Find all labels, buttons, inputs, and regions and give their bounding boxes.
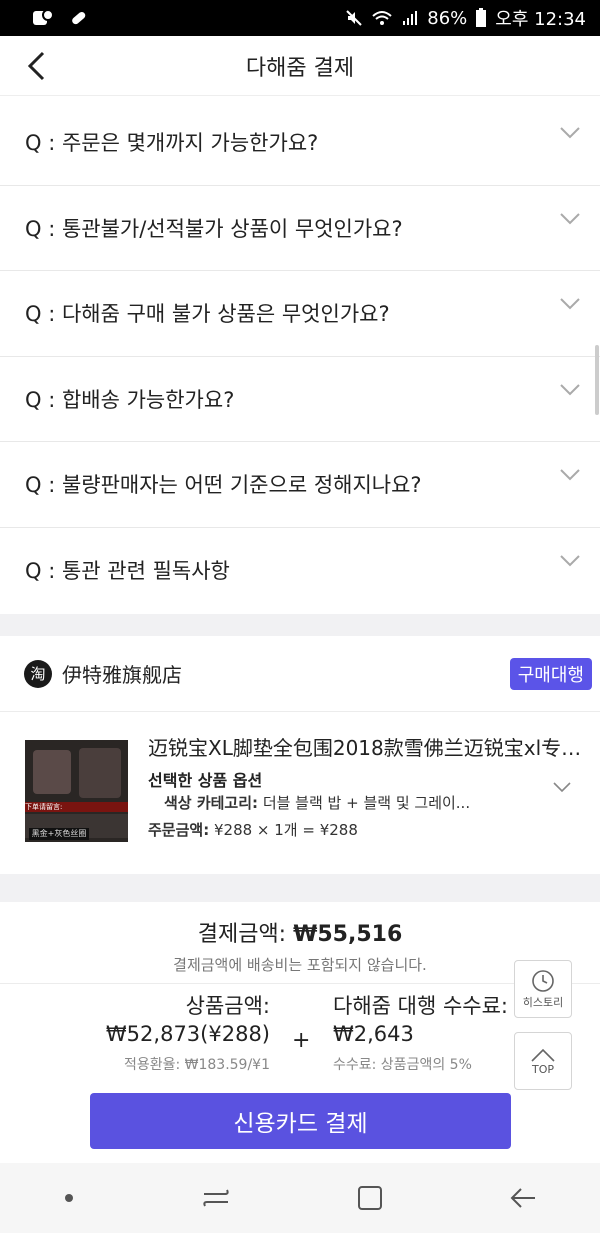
order-price-label: 주문금액: — [148, 821, 210, 839]
product-amount-block: 상품금액: ₩52,873(¥288) 적용환율: ₩183.59/¥1 — [106, 992, 270, 1074]
total-label: 결제금액: — [197, 922, 287, 947]
section-divider — [0, 614, 600, 636]
status-bar: 86% 오후 12:34 — [0, 0, 600, 36]
option-row: 색상 카테고리: 더블 블랙 밥 + 블랙 및 그레이... — [164, 792, 470, 813]
product-thumbnail[interactable]: 下单请留言: 黑金+灰色丝圈 — [25, 740, 128, 842]
scrollbar[interactable] — [595, 345, 599, 415]
home-icon[interactable] — [357, 1185, 383, 1211]
battery-icon — [476, 8, 487, 27]
product-amount-label: 상품금액: — [185, 994, 270, 1018]
option-expand-button[interactable] — [552, 778, 572, 797]
status-right: 86% 오후 12:34 — [345, 5, 586, 31]
chevron-down-icon — [553, 782, 571, 793]
history-label: 히스토리 — [522, 996, 564, 1009]
purchase-agent-badge: 구매대행 — [509, 657, 592, 690]
page-title: 다해줌 결제 — [245, 55, 355, 81]
signal-icon — [403, 11, 418, 25]
option-label: 색상 카테고리: — [164, 794, 259, 812]
chevron-down-icon — [558, 297, 582, 321]
total-amount-row: 결제금액: ₩55,516 — [0, 916, 600, 948]
chevron-down-icon — [558, 126, 582, 150]
order-price-row: 주문금액: ¥288 × 1개 = ¥288 — [148, 819, 358, 840]
back-nav-icon[interactable] — [509, 1187, 537, 1209]
dot-icon[interactable] — [63, 1192, 75, 1204]
fee-note: 수수료: 상품금액의 5% — [333, 1057, 472, 1073]
app-bar: 다해줌 결제 — [0, 36, 600, 96]
product-amount-value: ₩52,873(¥288) — [105, 1022, 270, 1046]
thumbnail-caption: 黑金+灰色丝圈 — [29, 828, 89, 840]
faq-question: Q : 주문은 몇개까지 가능한가요? — [25, 131, 319, 156]
pill-icon — [72, 11, 86, 25]
total-section: 결제금액: ₩55,516 결제금액에 배송비는 포함되지 않습니다. — [0, 902, 600, 984]
taobao-icon: 淘 — [24, 659, 52, 688]
total-amount: ₩55,516 — [293, 922, 403, 947]
faq-item[interactable]: Q : 통관 관련 필독사항 — [0, 528, 600, 614]
shipping-note: 결제금액에 배송비는 포함되지 않습니다. — [173, 956, 427, 974]
faq-question: Q : 통관 관련 필독사항 — [25, 559, 230, 584]
chevron-up-icon — [531, 1048, 555, 1062]
mute-icon — [346, 10, 362, 26]
faq-question: Q : 불량판매자는 어떤 기준으로 정해지나요? — [25, 473, 422, 498]
thumbnail-badge-text: 下单请留言: — [25, 803, 63, 811]
notification-icon — [33, 9, 54, 25]
faq-item[interactable]: Q : 다해줌 구매 불가 상품은 무엇인가요? — [0, 271, 600, 357]
faq-question: Q : 합배송 가능한가요? — [25, 387, 235, 412]
product-title[interactable]: 迈锐宝XL脚垫全包围2018款雪佛兰迈锐宝xl专用汽车脚垫 — [148, 732, 588, 761]
product-card: 下单请留言: 黑金+灰色丝圈 迈锐宝XL脚垫全包围2018款雪佛兰迈锐宝xl专用… — [0, 712, 600, 844]
chevron-down-icon — [558, 383, 582, 407]
faq-question: Q : 통관불가/선적불가 상품이 무엇인가요? — [25, 216, 403, 241]
chevron-down-icon — [558, 468, 582, 492]
recent-apps-icon[interactable] — [201, 1186, 231, 1210]
wifi-icon — [372, 11, 392, 25]
system-nav-bar — [0, 1163, 600, 1233]
faq-question: Q : 다해줌 구매 불가 상품은 무엇인가요? — [25, 302, 390, 327]
clock-icon — [532, 970, 554, 992]
plus-sign: + — [292, 1028, 311, 1053]
chevron-left-icon — [27, 51, 45, 81]
top-label: TOP — [531, 1062, 554, 1076]
back-button[interactable] — [20, 50, 52, 82]
chevron-down-icon — [558, 554, 582, 578]
status-left-icons — [32, 9, 88, 27]
credit-card-pay-button[interactable]: 신용카드 결제 — [90, 1093, 511, 1149]
option-value: 더블 블랙 밥 + 블랙 및 그레이... — [262, 794, 471, 812]
store-header: 淘 伊特雅旗舰店 구매대행 — [0, 636, 600, 712]
store-name: 伊特雅旗舰店 — [62, 663, 182, 687]
fee-block: 다해줌 대행 수수료: ₩2,643 수수료: 상품금액의 5% — [333, 992, 508, 1074]
history-button[interactable]: 히스토리 — [514, 960, 572, 1018]
price-breakdown: 상품금액: ₩52,873(¥288) 적용환율: ₩183.59/¥1 + 다… — [0, 984, 600, 1084]
faq-item[interactable]: Q : 통관불가/선적불가 상품이 무엇인가요? — [0, 186, 600, 271]
scroll-top-button[interactable]: TOP — [514, 1032, 572, 1090]
exchange-rate: 적용환율: ₩183.59/¥1 — [123, 1057, 270, 1073]
faq-item[interactable]: Q : 합배송 가능한가요? — [0, 357, 600, 442]
chevron-down-icon — [558, 212, 582, 236]
option-header: 선택한 상품 옵션 — [148, 771, 263, 790]
fee-value: ₩2,643 — [333, 1022, 414, 1046]
battery-percent: 86% — [427, 7, 468, 29]
fee-label: 다해줌 대행 수수료: — [333, 994, 508, 1018]
section-divider — [0, 874, 600, 902]
faq-list: Q : 주문은 몇개까지 가능한가요? Q : 통관불가/선적불가 상품이 무엇… — [0, 100, 600, 613]
order-price-value: ¥288 × 1개 = ¥288 — [213, 821, 358, 839]
faq-item[interactable]: Q : 불량판매자는 어떤 기준으로 정해지나요? — [0, 442, 600, 528]
faq-item[interactable]: Q : 주문은 몇개까지 가능한가요? — [0, 100, 600, 186]
clock: 오후 12:34 — [495, 9, 586, 30]
